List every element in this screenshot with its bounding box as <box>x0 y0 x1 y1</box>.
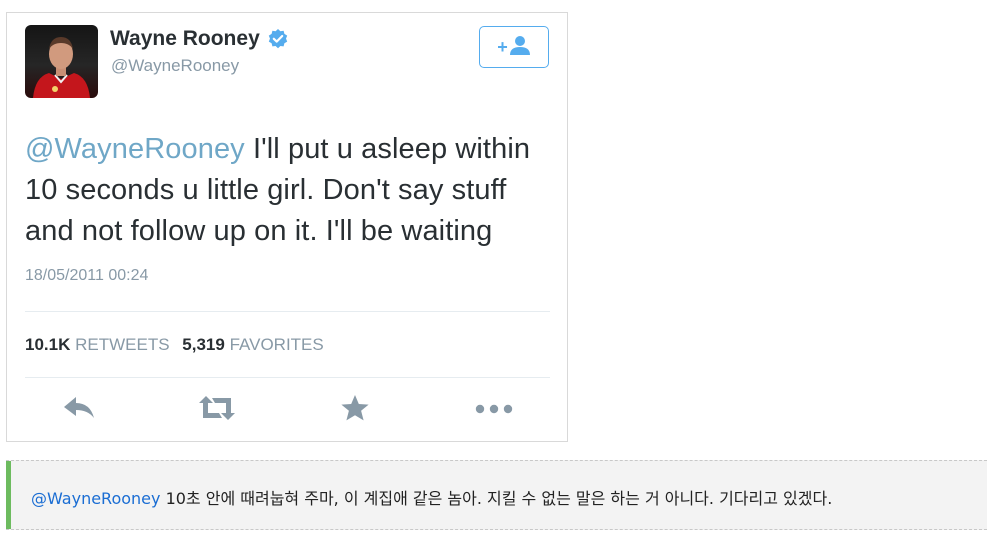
add-user-icon <box>509 35 531 60</box>
verified-badge-icon <box>267 28 289 50</box>
retweets-label: RETWEETS <box>75 335 170 354</box>
star-icon <box>340 394 370 427</box>
caption-accent-bar <box>6 461 11 529</box>
divider <box>25 311 550 312</box>
caption-text: @WayneRooney 10초 안에 때려눕혀 주마, 이 계집애 같은 놈아… <box>31 485 832 509</box>
more-button[interactable] <box>473 395 515 425</box>
author-handle[interactable]: @WayneRooney <box>111 56 239 76</box>
retweet-button[interactable] <box>195 395 239 425</box>
tweet-card: Wayne Rooney @WayneRooney + @WayneRooney… <box>6 12 568 442</box>
divider <box>25 377 550 378</box>
follow-button[interactable]: + <box>479 26 549 68</box>
avatar[interactable] <box>25 25 98 98</box>
tweet-timestamp[interactable]: 18/05/2011 00:24 <box>25 267 148 285</box>
avatar-image <box>33 37 90 98</box>
author-name[interactable]: Wayne Rooney <box>110 27 260 51</box>
follow-button-label: + <box>497 36 508 57</box>
tweet-text: @WayneRooney I'll put u asleep within 10… <box>25 129 555 252</box>
caption-body: 10초 안에 때려눕혀 주마, 이 계집애 같은 놈아. 지킬 수 없는 말은 … <box>160 489 833 508</box>
favorite-button[interactable] <box>337 394 373 427</box>
retweets-count: 10.1K <box>25 335 71 354</box>
author-name-row: Wayne Rooney <box>110 27 289 51</box>
tweet-stats: 10.1K RETWEETS 5,319 FAVORITES <box>25 335 324 355</box>
favorites-stat[interactable]: 5,319 FAVORITES <box>182 335 323 354</box>
caption-mention-link[interactable]: @WayneRooney <box>31 489 160 508</box>
retweet-icon <box>197 395 237 426</box>
retweets-stat[interactable]: 10.1K RETWEETS <box>25 335 170 354</box>
reply-icon <box>62 396 96 425</box>
tweet-mention-link[interactable]: @WayneRooney <box>25 133 245 165</box>
favorites-label: FAVORITES <box>229 335 324 354</box>
reply-button[interactable] <box>59 395 99 425</box>
more-dots-icon <box>475 401 513 419</box>
favorites-count: 5,319 <box>182 335 225 354</box>
translation-caption: @WayneRooney 10초 안에 때려눕혀 주마, 이 계집애 같은 놈아… <box>6 460 987 530</box>
